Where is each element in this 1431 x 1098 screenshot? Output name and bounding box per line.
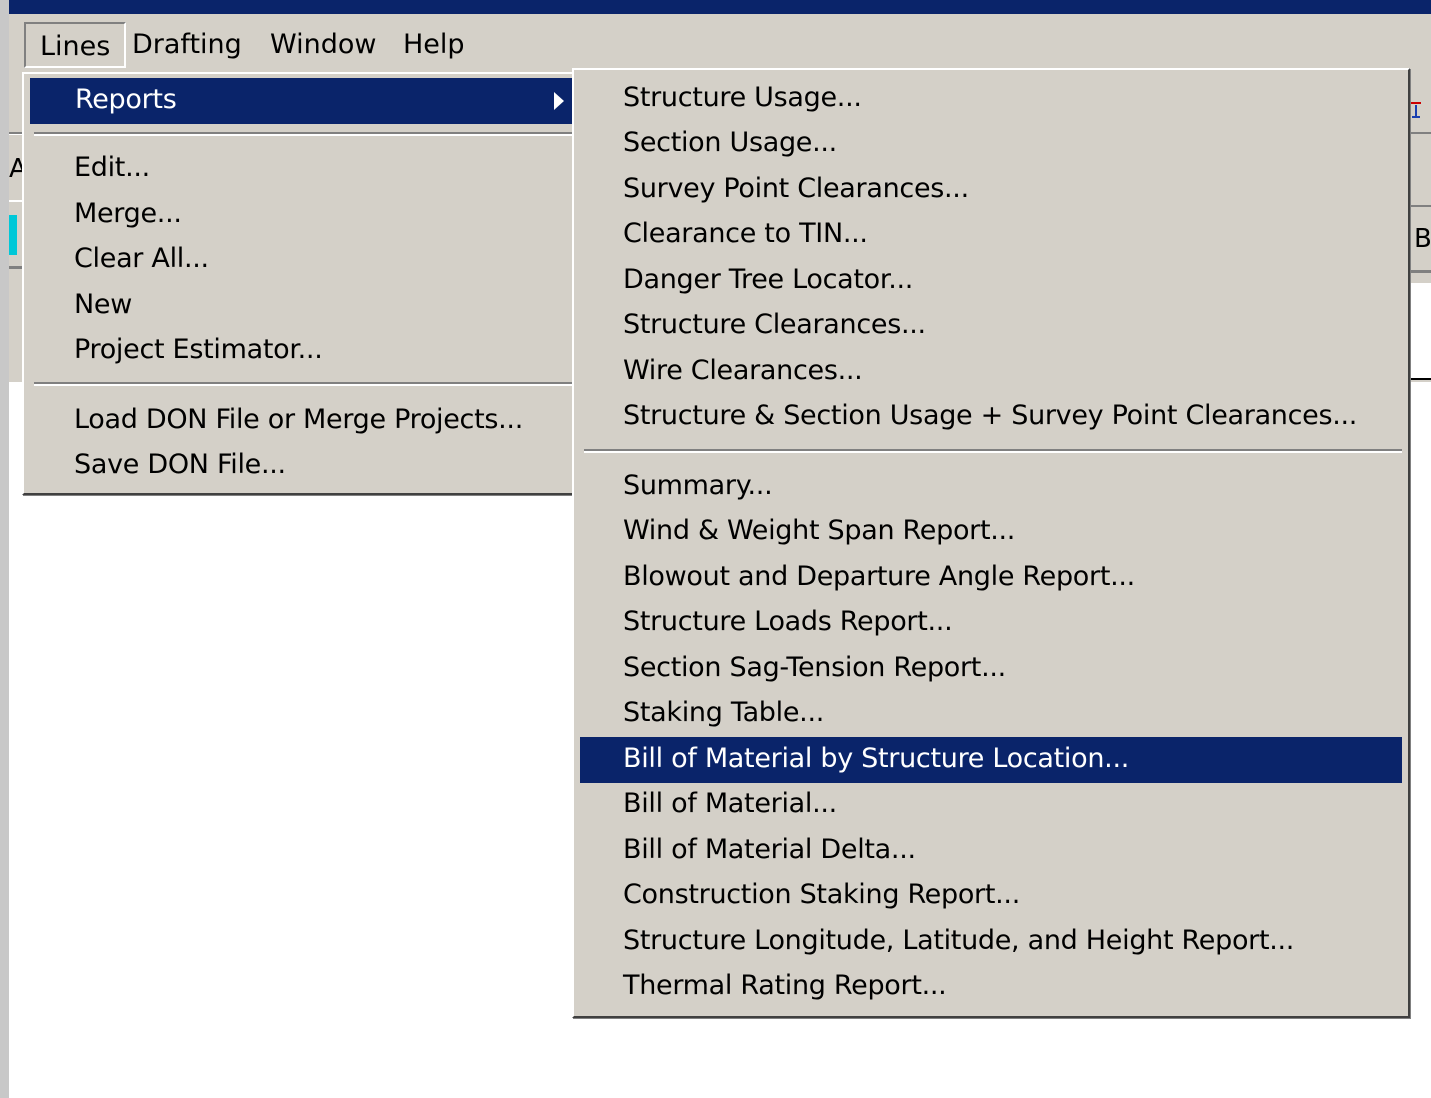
menu-item-blowout-departure-angle[interactable]: Blowout and Departure Angle Report... — [574, 555, 1408, 601]
menu-item-wire-clearances[interactable]: Wire Clearances... — [574, 349, 1408, 395]
menu-item-label: Structure & Section Usage + Survey Point… — [623, 400, 1358, 431]
menu-item-label: Construction Staking Report... — [623, 879, 1020, 910]
menu-item-staking-table[interactable]: Staking Table... — [574, 691, 1408, 737]
menu-item-label: Thermal Rating Report... — [623, 970, 947, 1001]
reports-submenu: Structure Usage... Section Usage... Surv… — [572, 68, 1410, 1018]
menu-item-summary[interactable]: Summary... — [574, 464, 1408, 510]
toolbar-icon[interactable] — [1410, 100, 1422, 120]
menu-item-label: Bill of Material Delta... — [623, 834, 916, 865]
menu-item-structure-lon-lat-height[interactable]: Structure Longitude, Latitude, and Heigh… — [574, 919, 1408, 965]
menu-item-label: Danger Tree Locator... — [623, 264, 914, 295]
menu-help[interactable]: Help — [389, 22, 479, 68]
menu-item-bill-of-material[interactable]: Bill of Material... — [574, 782, 1408, 828]
menu-item-structure-section-usage-survey[interactable]: Structure & Section Usage + Survey Point… — [574, 394, 1408, 440]
menu-item-structure-clearances[interactable]: Structure Clearances... — [574, 303, 1408, 349]
menu-item-label: New — [74, 289, 132, 320]
menu-item-label: Edit... — [74, 152, 150, 183]
menu-separator — [34, 132, 572, 136]
submenu-arrow-icon — [554, 92, 564, 110]
menu-item-clearance-to-tin[interactable]: Clearance to TIN... — [574, 212, 1408, 258]
menu-window[interactable]: Window — [256, 22, 390, 68]
menu-item-survey-point-clearances[interactable]: Survey Point Clearances... — [574, 167, 1408, 213]
menu-item-label: Project Estimator... — [74, 334, 323, 365]
menu-item-label: Merge... — [74, 198, 182, 229]
menu-item-label: Clear All... — [74, 243, 209, 274]
menu-item-new[interactable]: New — [24, 283, 576, 329]
menu-item-label: Blowout and Departure Angle Report... — [623, 561, 1135, 592]
menu-drafting[interactable]: Drafting — [118, 22, 256, 68]
right-edge-text: B — [1414, 224, 1431, 254]
menu-item-merge[interactable]: Merge... — [24, 192, 576, 238]
menu-item-reports[interactable]: Reports — [30, 78, 572, 124]
menu-item-wind-weight-span[interactable]: Wind & Weight Span Report... — [574, 509, 1408, 555]
menu-item-danger-tree-locator[interactable]: Danger Tree Locator... — [574, 258, 1408, 304]
menu-item-label: Bill of Material... — [623, 788, 837, 819]
menu-item-project-estimator[interactable]: Project Estimator... — [24, 328, 576, 374]
menu-lines[interactable]: Lines — [24, 22, 127, 68]
menu-item-label: Wire Clearances... — [623, 355, 863, 386]
menu-item-section-usage[interactable]: Section Usage... — [574, 121, 1408, 167]
menu-item-label: Reports — [75, 84, 177, 115]
menu-separator — [584, 449, 1402, 453]
menu-item-label: Wind & Weight Span Report... — [623, 515, 1016, 546]
menu-bar: Lines Drafting Window Help — [9, 14, 1431, 72]
menu-item-label: Staking Table... — [623, 697, 825, 728]
menu-separator — [34, 382, 572, 386]
menu-item-construction-staking[interactable]: Construction Staking Report... — [574, 873, 1408, 919]
menu-item-label: Summary... — [623, 470, 773, 501]
menu-item-bom-by-structure-location[interactable]: Bill of Material by Structure Location..… — [580, 737, 1402, 783]
menu-item-label: Structure Usage... — [623, 82, 862, 113]
menu-item-clear-all[interactable]: Clear All... — [24, 237, 576, 283]
menu-item-structure-usage[interactable]: Structure Usage... — [574, 76, 1408, 122]
menu-item-structure-loads[interactable]: Structure Loads Report... — [574, 600, 1408, 646]
lines-menu: Reports Edit... Merge... Clear All... Ne… — [22, 72, 578, 495]
menu-item-label: Bill of Material by Structure Location..… — [623, 743, 1130, 774]
left-window-edge — [0, 0, 9, 1098]
menu-item-label: Save DON File... — [74, 449, 286, 480]
menu-item-section-sag-tension[interactable]: Section Sag-Tension Report... — [574, 646, 1408, 692]
menu-item-label: Clearance to TIN... — [623, 218, 868, 249]
menu-item-thermal-rating[interactable]: Thermal Rating Report... — [574, 964, 1408, 1010]
menu-item-label: Survey Point Clearances... — [623, 173, 969, 204]
menu-item-label: Section Sag-Tension Report... — [623, 652, 1006, 683]
menu-item-edit[interactable]: Edit... — [24, 146, 576, 192]
toolbar-cyan-button[interactable] — [9, 215, 17, 255]
menu-item-label: Structure Loads Report... — [623, 606, 953, 637]
title-bar — [9, 0, 1431, 14]
menu-item-save-don[interactable]: Save DON File... — [24, 443, 576, 489]
menu-item-label: Structure Longitude, Latitude, and Heigh… — [623, 925, 1295, 956]
menu-item-bom-delta[interactable]: Bill of Material Delta... — [574, 828, 1408, 874]
menu-item-label: Section Usage... — [623, 127, 837, 158]
menu-item-label: Load DON File or Merge Projects... — [74, 404, 523, 435]
menu-item-load-don[interactable]: Load DON File or Merge Projects... — [24, 398, 576, 444]
menu-item-label: Structure Clearances... — [623, 309, 926, 340]
